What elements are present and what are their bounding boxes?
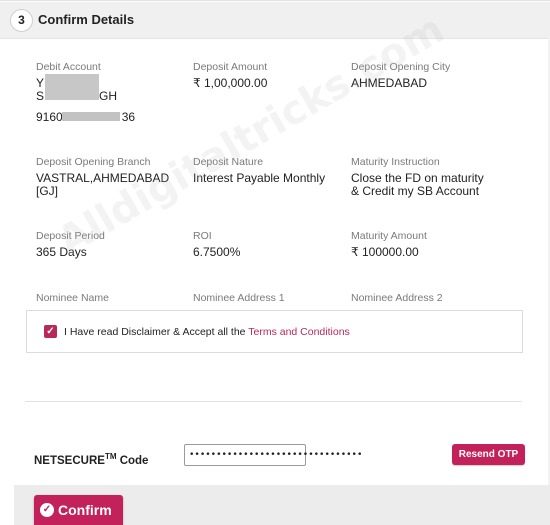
deposit-nature-label: Deposit Nature [193, 156, 264, 168]
deposit-period-field: Deposit Period 365 Days [36, 230, 186, 259]
deposit-amount-field: Deposit Amount ₹ 1,00,000.00 [193, 61, 343, 90]
nominee-address-1-field: Nominee Address 1 [193, 292, 343, 305]
netsecure-tm: TM [104, 452, 117, 461]
step-title: Confirm Details [38, 12, 135, 27]
top-border [0, 0, 550, 1]
deposit-opening-city-value: AHMEDABAD [351, 76, 428, 90]
deposit-period-label: Deposit Period [36, 230, 105, 242]
deposit-amount-value: ₹ 1,00,000.00 [193, 76, 268, 90]
netsecure-label-suffix: Code [116, 454, 149, 467]
debit-account-number-prefix: 9160 [36, 110, 63, 124]
netsecure-code-label: NETSECURETM Code [34, 452, 148, 467]
maturity-instruction-line2: & Credit my SB Account [351, 184, 480, 198]
debit-account-name-line2-head: S [36, 89, 45, 103]
step-header: 3 Confirm Details [0, 2, 550, 39]
deposit-opening-city-label: Deposit Opening City [351, 61, 451, 73]
maturity-instruction-value: Close the FD on maturity & Credit my SB … [351, 172, 501, 198]
deposit-opening-branch-line2: [GJ] [36, 184, 59, 198]
deposit-nature-value: Interest Payable Monthly [193, 171, 326, 185]
nominee-address-1-label: Nominee Address 1 [193, 292, 285, 304]
disclaimer-label: I Have read Disclaimer & Accept all the [64, 326, 249, 338]
maturity-amount-value: ₹ 100000.00 [351, 245, 419, 259]
checkmark-icon: ✓ [46, 326, 55, 337]
step-number-badge: 3 [10, 9, 33, 32]
redaction-mask-number [62, 112, 120, 121]
maturity-amount-label: Maturity Amount [351, 230, 427, 242]
disclaimer-text: I Have read Disclaimer & Accept all the … [64, 326, 350, 338]
debit-account-name-line2-tail: GH [99, 89, 118, 103]
watermark: Alldigitaltricks.com [50, 6, 453, 265]
accept-terms-checkbox[interactable]: ✓ [44, 325, 57, 338]
terms-and-conditions-link[interactable]: Terms and Conditions [248, 326, 350, 338]
netsecure-label-text: NETSECURE [34, 454, 105, 467]
nominee-address-2-field: Nominee Address 2 [351, 292, 501, 305]
deposit-opening-branch-value: VASTRAL,AHMEDABAD [GJ] [36, 172, 186, 198]
deposit-amount-label: Deposit Amount [193, 61, 268, 73]
roi-label: ROI [193, 230, 212, 242]
maturity-instruction-label: Maturity Instruction [351, 156, 440, 168]
deposit-nature-field: Deposit Nature Interest Payable Monthly [193, 156, 343, 185]
disclaimer-box: ✓ I Have read Disclaimer & Accept all th… [26, 310, 523, 353]
deposit-opening-city-field: Deposit Opening City AHMEDABAD [351, 61, 501, 90]
deposit-opening-branch-line1: VASTRAL,AHMEDABAD [36, 171, 170, 185]
debit-account-label: Debit Account [36, 61, 101, 73]
deposit-opening-branch-field: Deposit Opening Branch VASTRAL,AHMEDABAD… [36, 156, 186, 198]
roi-value: 6.7500% [193, 245, 241, 259]
deposit-opening-branch-label: Deposit Opening Branch [36, 156, 151, 168]
section-divider [25, 401, 522, 402]
debit-account-number-suffix: 36 [121, 110, 136, 124]
resend-otp-button[interactable]: Resend OTP [452, 444, 525, 465]
nominee-name-label: Nominee Name [36, 292, 109, 304]
maturity-instruction-field: Maturity Instruction Close the FD on mat… [351, 156, 501, 198]
confirm-button[interactable]: ✓ Confirm [34, 495, 123, 525]
netsecure-code-input[interactable]: •••••••••••••••••••••••••••••••• [184, 444, 362, 466]
redaction-mask-name [45, 74, 99, 100]
roi-field: ROI 6.7500% [193, 230, 343, 259]
deposit-period-value: 365 Days [36, 245, 87, 259]
maturity-amount-field: Maturity Amount ₹ 100000.00 [351, 230, 501, 259]
confirm-label: Confirm [58, 502, 112, 518]
nominee-name-field: Nominee Name [36, 292, 186, 305]
check-circle-icon: ✓ [40, 503, 54, 517]
nominee-address-2-label: Nominee Address 2 [351, 292, 443, 304]
